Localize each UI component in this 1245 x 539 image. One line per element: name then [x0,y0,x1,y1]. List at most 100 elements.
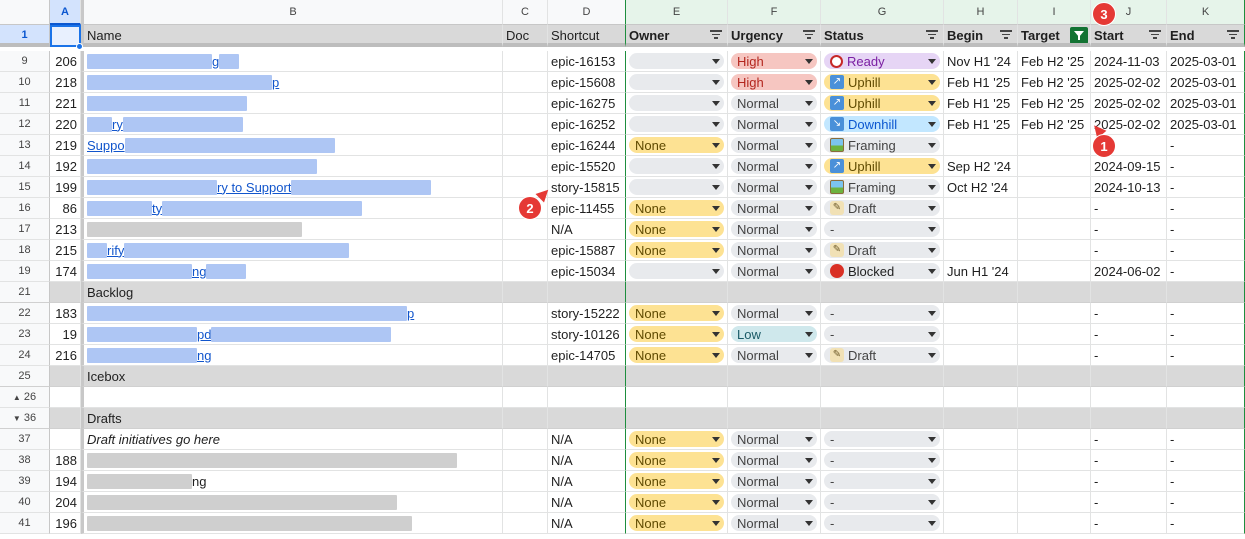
shortcut-cell[interactable]: epic-15887 [548,240,626,261]
status-cell[interactable]: ✎ Draft [821,345,944,366]
owner-cell[interactable]: None [626,324,728,345]
name-cell[interactable]: p [81,303,503,324]
end-cell[interactable]: 2025-03-01 [1167,114,1245,135]
name-cell[interactable]: ng [81,345,503,366]
urgency-cell[interactable]: Normal [728,303,821,324]
id-cell[interactable] [50,366,81,387]
begin-cell[interactable] [944,513,1018,534]
column-header-c[interactable]: C [503,0,548,25]
doc-cell[interactable] [503,219,548,240]
owner-dropdown[interactable] [629,263,724,279]
start-cell[interactable]: - [1091,303,1167,324]
id-cell[interactable] [50,387,81,408]
row-number[interactable]: 37 [0,429,50,450]
doc-cell[interactable] [503,492,548,513]
owner-cell[interactable]: None [626,135,728,156]
shortcut-cell[interactable]: epic-15520 [548,156,626,177]
doc-cell[interactable] [503,135,548,156]
begin-cell[interactable]: Jun H1 '24 [944,261,1018,282]
status-dropdown[interactable]: - [824,494,940,510]
begin-cell[interactable] [944,219,1018,240]
target-cell[interactable] [1018,450,1091,471]
urgency-dropdown[interactable]: Normal [731,116,817,132]
doc-cell[interactable] [503,450,548,471]
row-number[interactable]: 18 [0,240,50,261]
filter-icon[interactable] [1227,30,1239,40]
doc-cell[interactable] [503,93,548,114]
name-cell[interactable] [81,492,503,513]
row-number[interactable]: 25 [0,366,50,387]
end-cell[interactable] [1167,408,1245,429]
urgency-dropdown[interactable]: Normal [731,200,817,216]
shortcut-cell[interactable]: N/A [548,450,626,471]
begin-cell[interactable]: Feb H1 '25 [944,114,1018,135]
target-cell[interactable] [1018,261,1091,282]
row-number[interactable]: 15 [0,177,50,198]
column-header-h[interactable]: H [944,0,1018,25]
name-cell[interactable]: p [81,72,503,93]
name-cell[interactable]: Drafts [81,408,503,429]
owner-cell[interactable] [626,51,728,72]
status-cell[interactable] [821,366,944,387]
urgency-dropdown[interactable]: Normal [731,179,817,195]
name-link[interactable]: g [212,54,219,69]
shortcut-cell[interactable]: epic-16244 [548,135,626,156]
target-cell[interactable] [1018,198,1091,219]
filter-icon[interactable] [926,30,938,40]
start-cell[interactable] [1091,408,1167,429]
status-cell[interactable]: - [821,513,944,534]
status-cell[interactable]: ✎ Draft [821,198,944,219]
start-cell[interactable]: 2024-09-15 [1091,156,1167,177]
row-number[interactable]: 40 [0,492,50,513]
row-number[interactable]: 22 [0,303,50,324]
urgency-cell[interactable]: High [728,51,821,72]
shortcut-cell[interactable]: N/A [548,513,626,534]
start-cell[interactable]: 2025-02-02 [1091,93,1167,114]
urgency-dropdown[interactable]: Normal [731,452,817,468]
row-number[interactable]: ▼ 36 [0,408,50,429]
urgency-dropdown[interactable]: Normal [731,515,817,531]
urgency-cell[interactable]: Normal [728,492,821,513]
shortcut-cell[interactable] [548,366,626,387]
name-cell[interactable]: Backlog [81,282,503,303]
shortcut-cell[interactable]: epic-15034 [548,261,626,282]
doc-cell[interactable] [503,72,548,93]
owner-dropdown[interactable] [629,95,724,111]
urgency-dropdown[interactable]: Normal [731,431,817,447]
id-cell[interactable]: 213 [50,219,81,240]
id-cell[interactable]: 206 [50,51,81,72]
urgency-cell[interactable] [728,366,821,387]
start-cell[interactable]: - [1091,429,1167,450]
name-cell[interactable]: ry [81,114,503,135]
id-cell[interactable] [50,408,81,429]
urgency-dropdown[interactable]: Normal [731,305,817,321]
urgency-dropdown[interactable]: High [731,53,817,69]
shortcut-cell[interactable]: epic-16275 [548,93,626,114]
doc-cell[interactable] [503,324,548,345]
urgency-cell[interactable]: Normal [728,471,821,492]
owner-cell[interactable]: None [626,450,728,471]
filter-icon[interactable] [1000,30,1012,40]
begin-cell[interactable] [944,198,1018,219]
target-cell[interactable] [1018,387,1091,408]
end-cell[interactable]: - [1167,450,1245,471]
shortcut-cell[interactable]: N/A [548,492,626,513]
filter-icon[interactable] [1149,30,1161,40]
end-cell[interactable]: - [1167,429,1245,450]
row-number[interactable]: 24 [0,345,50,366]
start-cell[interactable] [1091,366,1167,387]
shortcut-cell[interactable]: epic-11455 [548,198,626,219]
status-dropdown[interactable]: - [824,452,940,468]
id-cell[interactable]: 19 [50,324,81,345]
owner-dropdown[interactable] [629,74,724,90]
header-target[interactable]: Target [1018,25,1091,47]
urgency-cell[interactable]: Normal [728,156,821,177]
shortcut-cell[interactable]: story-15815 [548,177,626,198]
end-cell[interactable] [1167,282,1245,303]
select-all-corner[interactable] [0,0,50,25]
status-dropdown[interactable]: ✎ Draft [824,242,940,258]
status-cell[interactable]: ↗ Uphill [821,93,944,114]
id-cell[interactable]: 204 [50,492,81,513]
doc-cell[interactable] [503,471,548,492]
end-cell[interactable]: - [1167,303,1245,324]
